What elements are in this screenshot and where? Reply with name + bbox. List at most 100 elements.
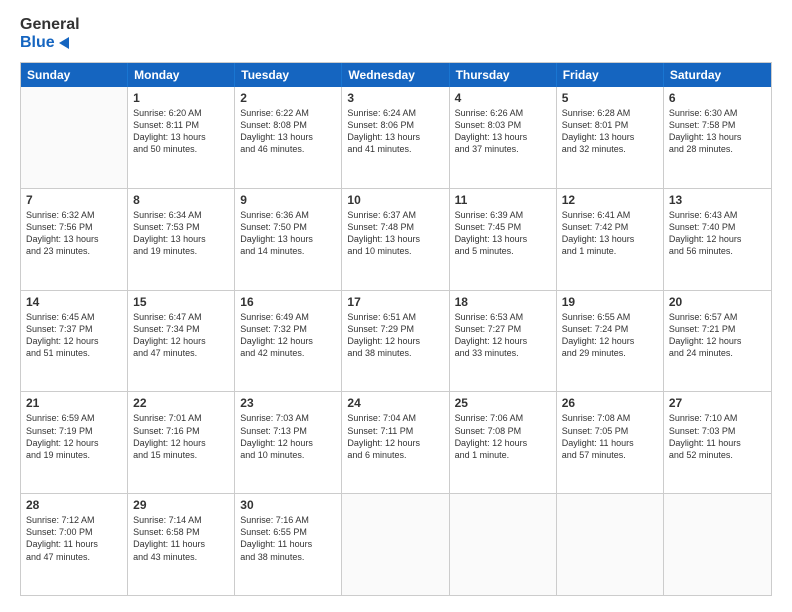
day-number: 16 xyxy=(240,295,336,309)
cell-info-line: Sunset: 7:37 PM xyxy=(26,323,122,335)
cell-info-line: and 1 minute. xyxy=(455,449,551,461)
cell-info-line: Sunset: 7:53 PM xyxy=(133,221,229,233)
day-cell-28: 28Sunrise: 7:12 AMSunset: 7:00 PMDayligh… xyxy=(21,494,128,595)
day-number: 19 xyxy=(562,295,658,309)
day-cell-12: 12Sunrise: 6:41 AMSunset: 7:42 PMDayligh… xyxy=(557,189,664,290)
day-cell-13: 13Sunrise: 6:43 AMSunset: 7:40 PMDayligh… xyxy=(664,189,771,290)
day-cell-7: 7Sunrise: 6:32 AMSunset: 7:56 PMDaylight… xyxy=(21,189,128,290)
day-cell-16: 16Sunrise: 6:49 AMSunset: 7:32 PMDayligh… xyxy=(235,291,342,392)
cell-info-line: Sunrise: 6:26 AM xyxy=(455,107,551,119)
cell-info-line: Sunrise: 6:53 AM xyxy=(455,311,551,323)
page-header: GeneralBlue xyxy=(20,16,772,52)
day-number: 15 xyxy=(133,295,229,309)
day-cell-14: 14 Sunrise: 6:45 AMSunset: 7:37 PMDayligh… xyxy=(21,291,128,392)
cell-info-line: Daylight: 13 hours xyxy=(455,233,551,245)
calendar-row-1: 1Sunrise: 6:20 AMSunset: 8:11 PMDaylight… xyxy=(21,87,771,189)
day-number: 30 xyxy=(240,498,336,512)
day-cell-5: 5Sunrise: 6:28 AMSunset: 8:01 PMDaylight… xyxy=(557,87,664,188)
cell-info-line: and 29 minutes. xyxy=(562,347,658,359)
cell-info-line: Daylight: 12 hours xyxy=(455,335,551,347)
day-number: 13 xyxy=(669,193,766,207)
cell-info-line: Sunset: 8:03 PM xyxy=(455,119,551,131)
day-number: 22 xyxy=(133,396,229,410)
day-cell-21: 21Sunrise: 6:59 AMSunset: 7:19 PMDayligh… xyxy=(21,392,128,493)
cell-info-line: Sunrise: 6:43 AM xyxy=(669,209,766,221)
logo: GeneralBlue xyxy=(20,16,80,52)
calendar-header: SundayMondayTuesdayWednesdayThursdayFrid… xyxy=(21,63,771,87)
cell-info-line: and 38 minutes. xyxy=(347,347,443,359)
cell-info-line: Daylight: 12 hours xyxy=(133,437,229,449)
cell-info-line: Daylight: 13 hours xyxy=(240,131,336,143)
day-number: 12 xyxy=(562,193,658,207)
cell-info-line: and 23 minutes. xyxy=(26,245,122,257)
cell-info-line: Sunrise: 7:08 AM xyxy=(562,412,658,424)
day-cell-17: 17Sunrise: 6:51 AMSunset: 7:29 PMDayligh… xyxy=(342,291,449,392)
cell-info-line: Sunrise: 7:10 AM xyxy=(669,412,766,424)
cell-info-line: Sunset: 7:08 PM xyxy=(455,425,551,437)
cell-info-line: and 14 minutes. xyxy=(240,245,336,257)
day-number: 6 xyxy=(669,91,766,105)
cell-info-line: Daylight: 13 hours xyxy=(347,131,443,143)
day-number: 27 xyxy=(669,396,766,410)
cell-info-line: and 1 minute. xyxy=(562,245,658,257)
cell-info-line: Sunrise: 6:30 AM xyxy=(669,107,766,119)
cell-info-line: and 47 minutes. xyxy=(26,551,122,563)
cell-info-line: Sunrise: 6:47 AM xyxy=(133,311,229,323)
cell-info-line: Sunrise: 6:32 AM xyxy=(26,209,122,221)
day-number: 7 xyxy=(26,193,122,207)
day-cell-26: 26Sunrise: 7:08 AMSunset: 7:05 PMDayligh… xyxy=(557,392,664,493)
cell-info-line: and 56 minutes. xyxy=(669,245,766,257)
cell-info-line: and 28 minutes. xyxy=(669,143,766,155)
day-number: 2 xyxy=(240,91,336,105)
cell-info-line: and 5 minutes. xyxy=(455,245,551,257)
cell-info-line: Sunrise: 7:14 AM xyxy=(133,514,229,526)
calendar-row-3: 14Sunrise: 6:45 AMSunset: 7:37 PMDayligh… xyxy=(21,291,771,393)
cell-info-line: Sunrise: 6:49 AM xyxy=(240,311,336,323)
day-cell-30: 30Sunrise: 7:16 AMSunset: 6:55 PMDayligh… xyxy=(235,494,342,595)
empty-cell xyxy=(450,494,557,595)
cell-info-line: Sunrise: 6:24 AM xyxy=(347,107,443,119)
cell-info-line: and 10 minutes. xyxy=(240,449,336,461)
day-number: 17 xyxy=(347,295,443,309)
cell-info-line: Sunset: 7:56 PM xyxy=(26,221,122,233)
cell-info-line: Daylight: 12 hours xyxy=(26,335,122,347)
day-number: 14 xyxy=(26,295,122,309)
cell-info-line: Sunrise: 6:34 AM xyxy=(133,209,229,221)
logo-blue: Blue xyxy=(20,34,55,52)
cell-info-line: and 46 minutes. xyxy=(240,143,336,155)
calendar-body: 1Sunrise: 6:20 AMSunset: 8:11 PMDaylight… xyxy=(21,87,771,595)
cell-info-line: Sunset: 7:42 PM xyxy=(562,221,658,233)
cell-info-line: Sunset: 7:32 PM xyxy=(240,323,336,335)
cell-info-line: Daylight: 11 hours xyxy=(133,538,229,550)
day-number: 29 xyxy=(133,498,229,512)
cell-info-line: Sunset: 7:24 PM xyxy=(562,323,658,335)
calendar-row-2: 7 Sunrise: 6:32 AMSunset: 7:56 PM Daylight… xyxy=(21,189,771,291)
cell-info-line: and 19 minutes. xyxy=(26,449,122,461)
day-cell-11: 11Sunrise: 6:39 AMSunset: 7:45 PMDayligh… xyxy=(450,189,557,290)
cell-info-line: Daylight: 12 hours xyxy=(562,335,658,347)
cell-info-line: Sunset: 7:21 PM xyxy=(669,323,766,335)
cell-info-line: and 57 minutes. xyxy=(562,449,658,461)
cell-info-line: and 33 minutes. xyxy=(455,347,551,359)
cell-info-line: Sunset: 6:55 PM xyxy=(240,526,336,538)
cell-info-line: Sunset: 7:03 PM xyxy=(669,425,766,437)
header-day-thursday: Thursday xyxy=(450,63,557,87)
day-cell-3: 3Sunrise: 6:24 AMSunset: 8:06 PMDaylight… xyxy=(342,87,449,188)
cell-info-line: Daylight: 13 hours xyxy=(455,131,551,143)
cell-info-line: Sunrise: 7:06 AM xyxy=(455,412,551,424)
cell-info-line: Sunrise: 7:01 AM xyxy=(133,412,229,424)
cell-info-line: Sunrise: 6:37 AM xyxy=(347,209,443,221)
cell-info-line: Sunrise: 7:16 AM xyxy=(240,514,336,526)
cell-info-line: Daylight: 12 hours xyxy=(26,437,122,449)
cell-info-line: Sunset: 7:40 PM xyxy=(669,221,766,233)
cell-info-line: Sunset: 8:01 PM xyxy=(562,119,658,131)
header-day-wednesday: Wednesday xyxy=(342,63,449,87)
cell-info-line: Daylight: 13 hours xyxy=(562,233,658,245)
day-cell-8: 8Sunrise: 6:34 AMSunset: 7:53 PMDaylight… xyxy=(128,189,235,290)
header-day-friday: Friday xyxy=(557,63,664,87)
cell-info-line: Sunrise: 6:45 AM xyxy=(26,311,122,323)
cell-info-line: Sunset: 7:48 PM xyxy=(347,221,443,233)
cell-info-line: Daylight: 12 hours xyxy=(455,437,551,449)
cell-info-line: and 24 minutes. xyxy=(669,347,766,359)
cell-info-line: Daylight: 13 hours xyxy=(133,131,229,143)
